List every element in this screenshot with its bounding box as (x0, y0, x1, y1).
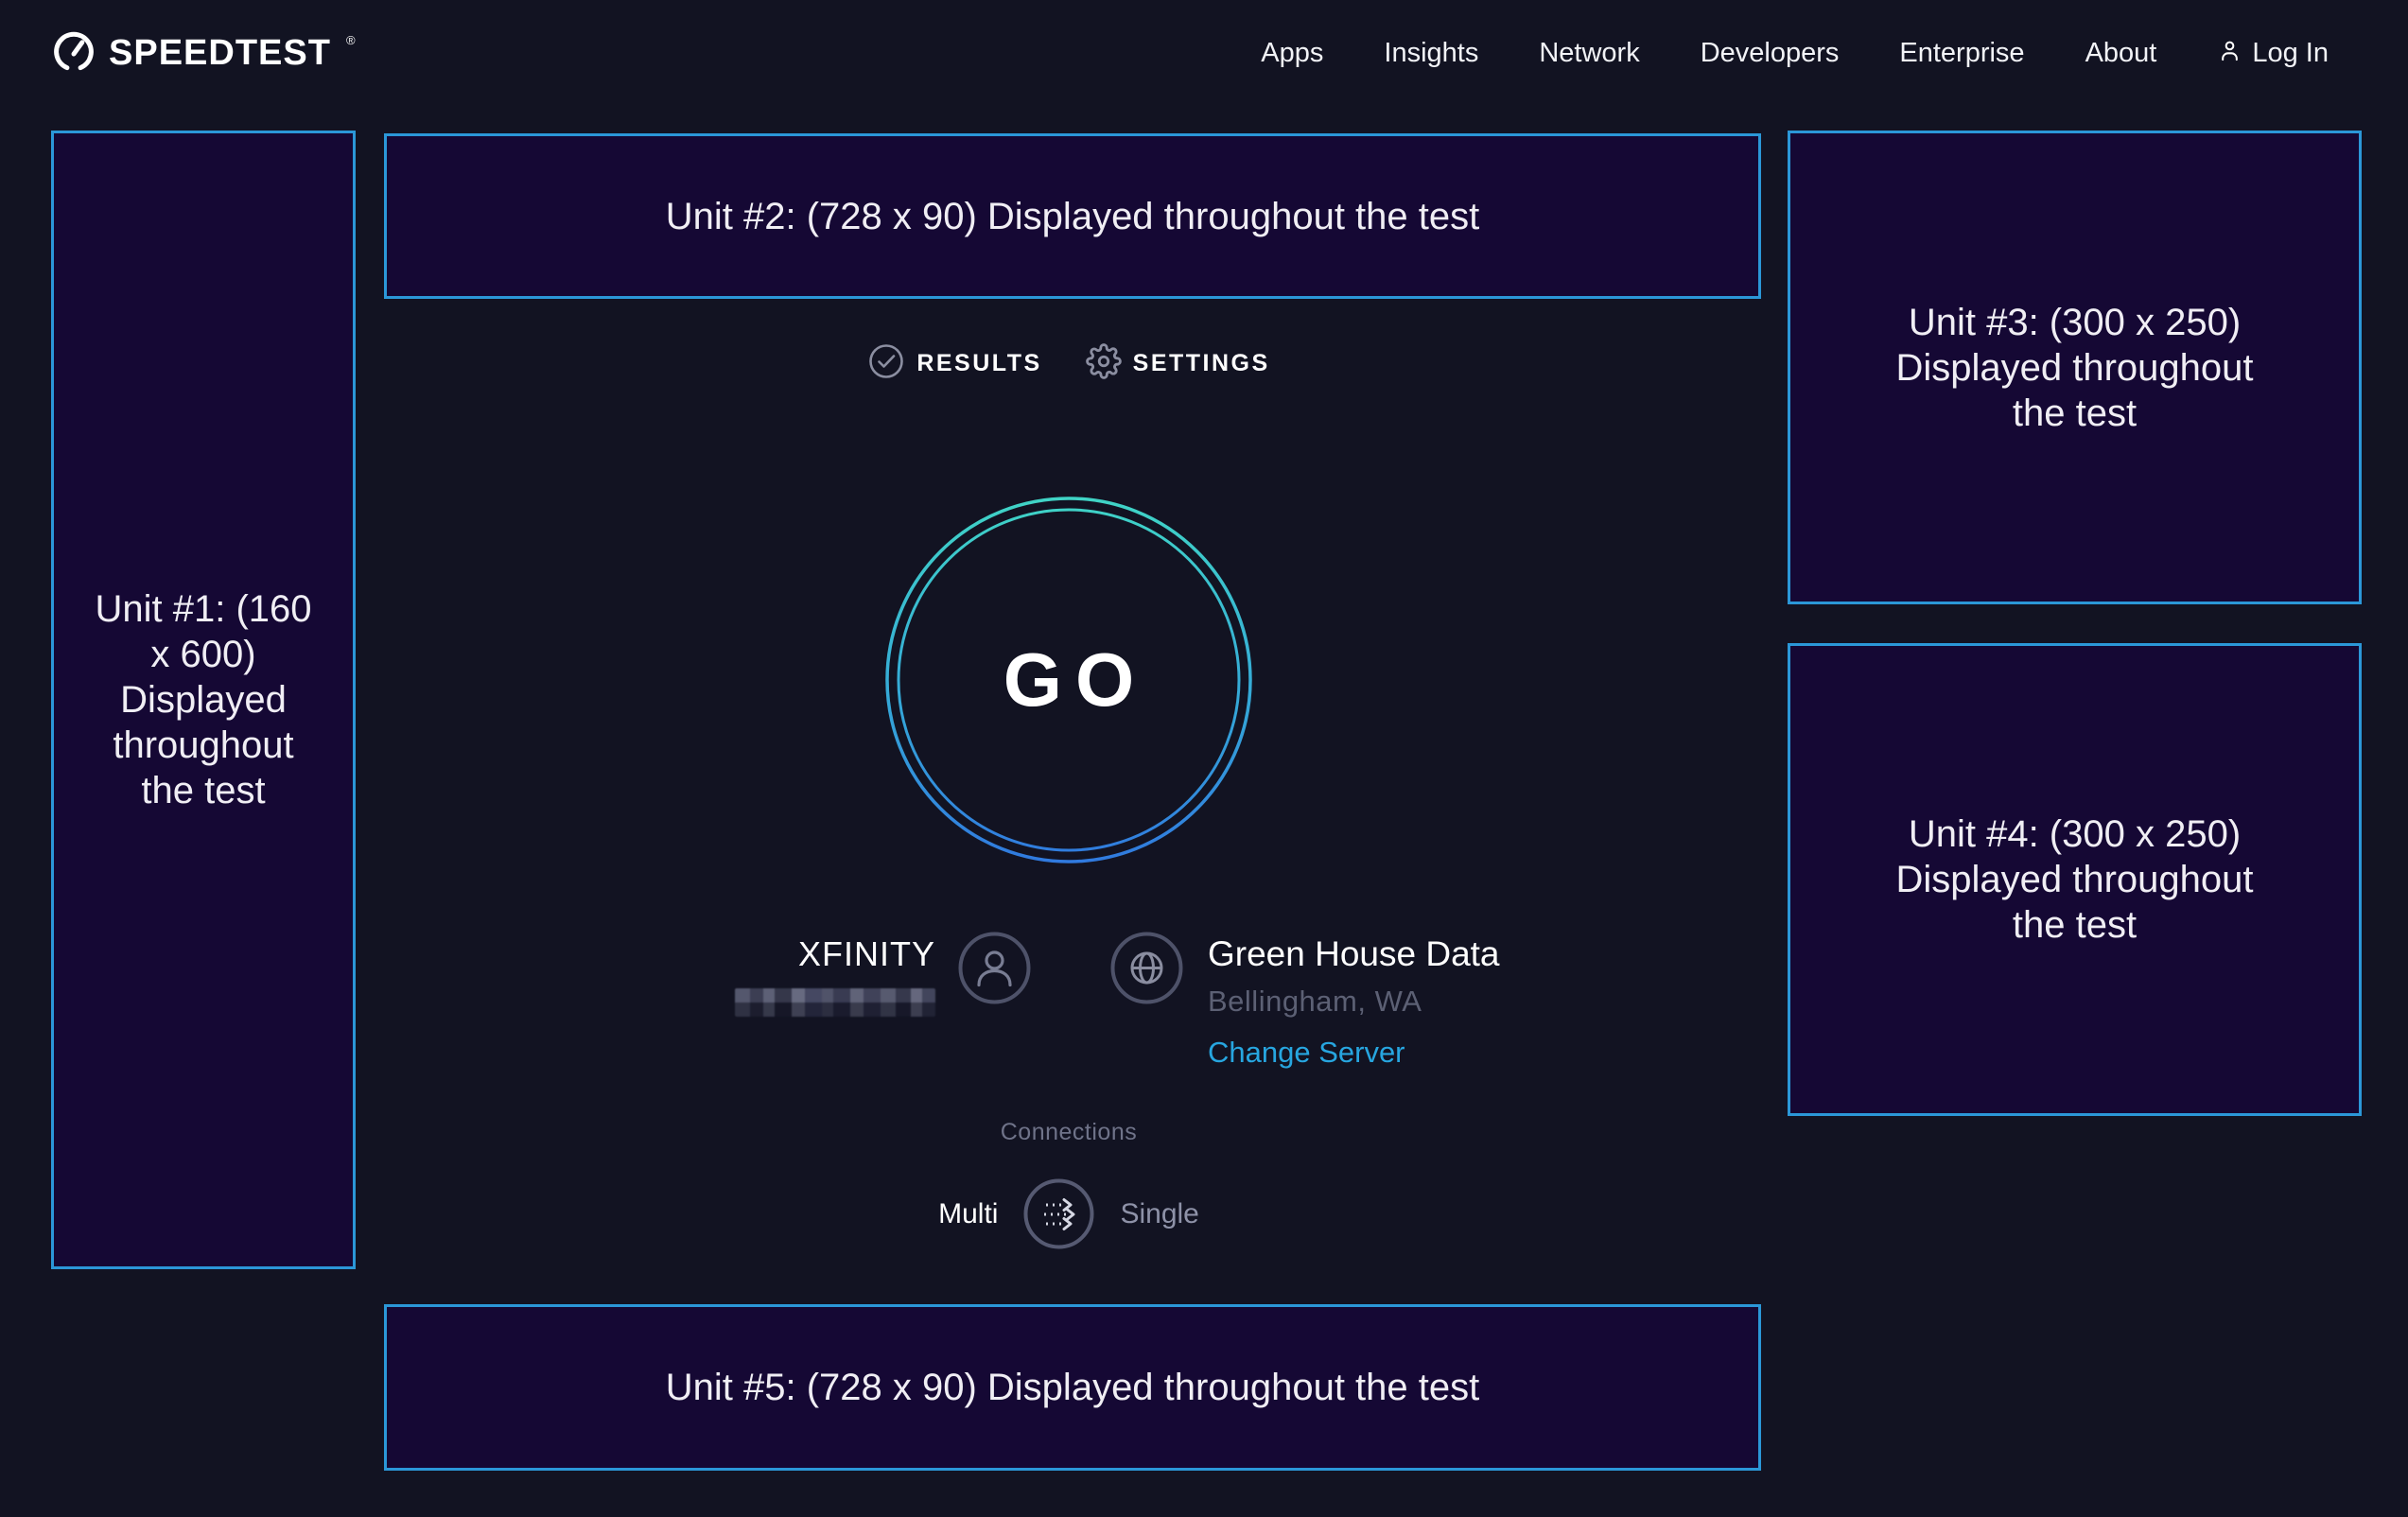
user-icon (2217, 38, 2242, 68)
ad-unit-3-text: Unit #3: (300 x 250) Displayed throughou… (1867, 300, 2283, 436)
speedometer-gauge-icon (52, 29, 96, 78)
go-button[interactable]: GO (883, 495, 1254, 865)
speedtest-logo[interactable]: SPEEDTEST® (52, 29, 356, 78)
connections-toggle-icon[interactable] (1022, 1177, 1095, 1250)
main-panel: RESULTS SETTINGS GO (350, 0, 1788, 1517)
nav-item-about[interactable]: About (2085, 38, 2157, 69)
connections-multi-option[interactable]: Multi (938, 1198, 998, 1230)
tabs-row: RESULTS SETTINGS (350, 342, 1788, 385)
nav-item-enterprise[interactable]: Enterprise (1899, 38, 2024, 69)
brand-text: SPEEDTEST (109, 33, 331, 74)
ad-unit-4-text: Unit #4: (300 x 250) Displayed throughou… (1867, 811, 2283, 948)
connections-single-option[interactable]: Single (1120, 1198, 1198, 1230)
tab-results-label: RESULTS (916, 350, 1041, 377)
server-globe-icon[interactable] (1110, 932, 1183, 1004)
tab-settings[interactable]: SETTINGS (1086, 342, 1270, 385)
tab-results[interactable]: RESULTS (867, 342, 1041, 385)
isp-block: XFINITY (350, 932, 1069, 1070)
connection-info-row: XFINITY Green Hous (350, 932, 1788, 1070)
connections-label: Connections (350, 1119, 1788, 1146)
ad-unit-3[interactable]: Unit #3: (300 x 250) Displayed throughou… (1788, 131, 2362, 604)
connections-toggle-row: Multi Single (350, 1177, 1788, 1250)
isp-name: XFINITY (735, 933, 935, 975)
gear-icon (1086, 343, 1122, 384)
check-circle-icon (867, 342, 905, 385)
tab-settings-label: SETTINGS (1133, 350, 1270, 377)
change-server-link[interactable]: Change Server (1208, 1036, 1500, 1070)
server-location: Bellingham, WA (1208, 985, 1500, 1019)
login-label: Log In (2252, 38, 2329, 69)
server-name: Green House Data (1208, 933, 1500, 975)
login-button[interactable]: Log In (2217, 38, 2329, 69)
ad-unit-1-text: Unit #1: (160 x 600) Displayed throughou… (84, 586, 323, 813)
ad-unit-1[interactable]: Unit #1: (160 x 600) Displayed throughou… (51, 131, 356, 1269)
redacted-ip-address (735, 988, 935, 1017)
isp-user-icon[interactable] (958, 932, 1031, 1004)
server-block: Green House Data Bellingham, WA Change S… (1069, 932, 1788, 1070)
ad-unit-4[interactable]: Unit #4: (300 x 250) Displayed throughou… (1788, 643, 2362, 1116)
go-label: GO (883, 495, 1254, 865)
